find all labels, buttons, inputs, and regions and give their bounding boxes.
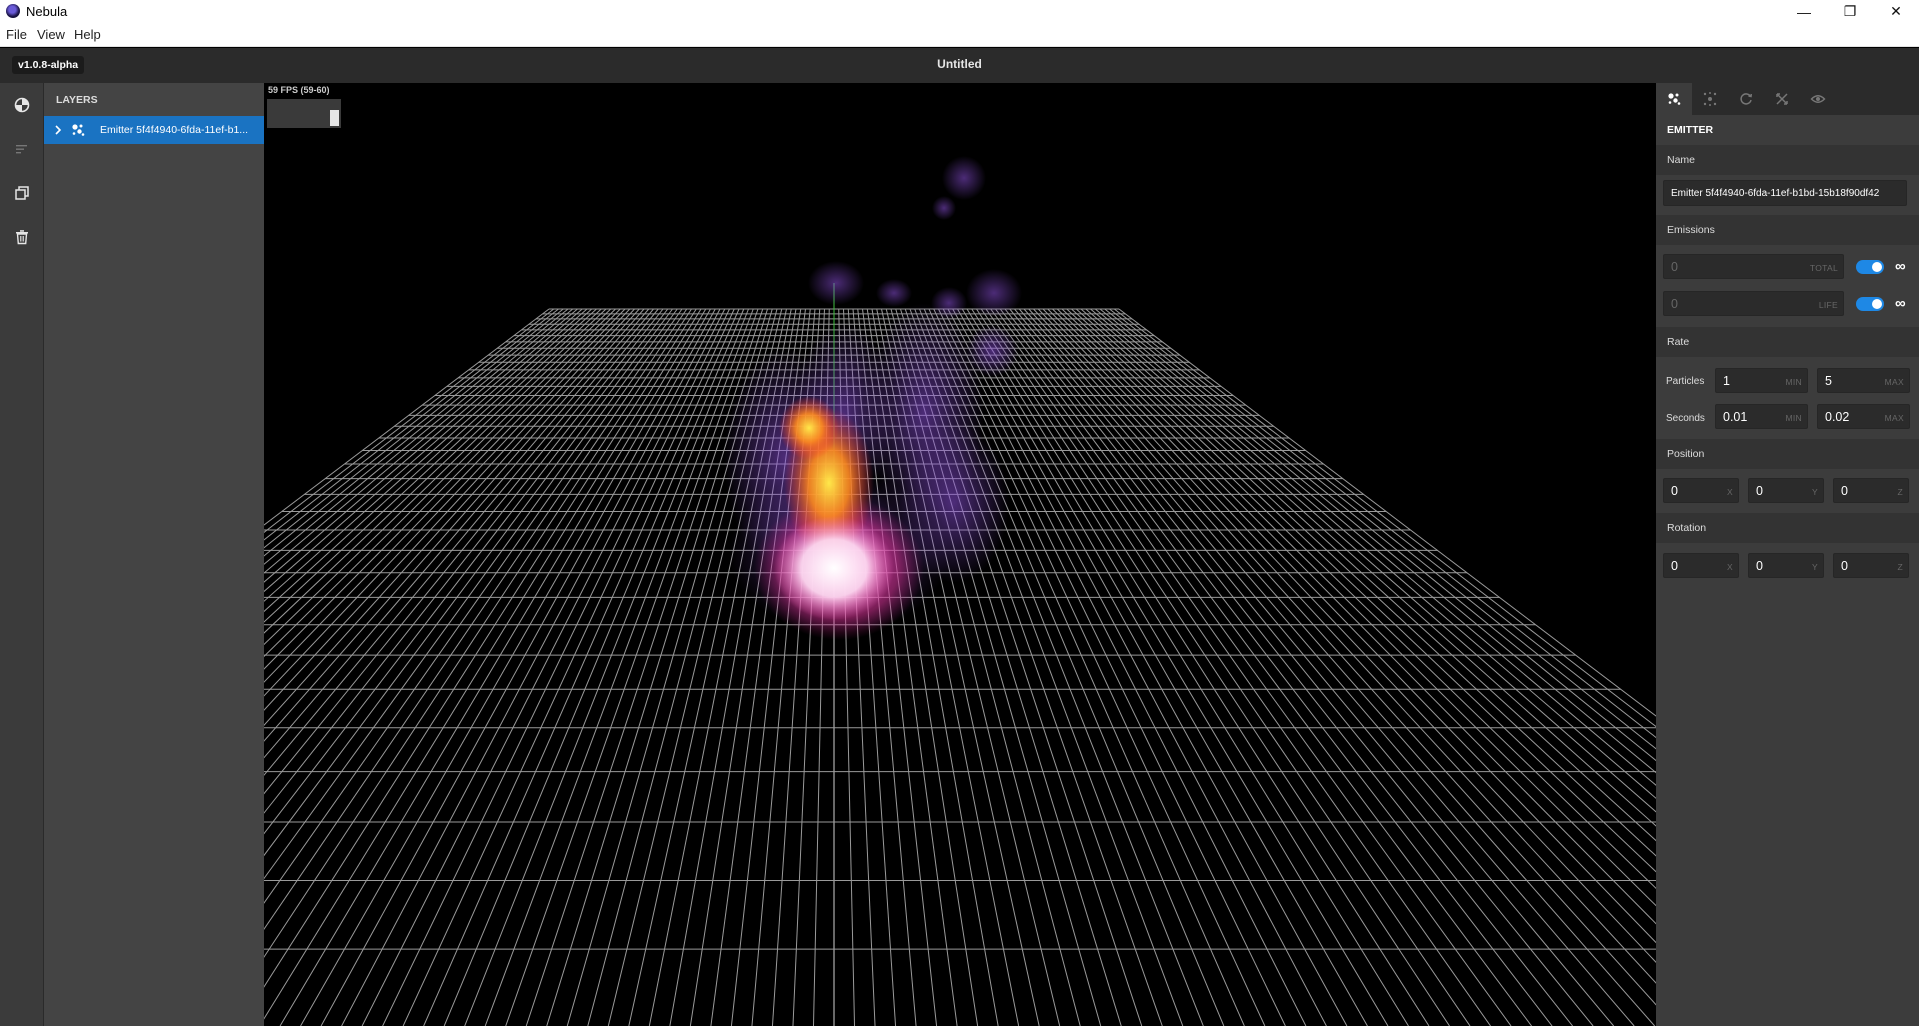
layer-label: Emitter 5f4f4940-6fda-11ef-b1... bbox=[100, 124, 249, 136]
emissions-life-input[interactable]: 0 LIFE bbox=[1663, 291, 1844, 316]
name-input[interactable]: Emitter 5f4f4940-6fda-11ef-b1bd-15b18f90… bbox=[1663, 180, 1907, 206]
trash-icon bbox=[16, 230, 28, 245]
eye-icon bbox=[1810, 95, 1826, 103]
particles-icon bbox=[1703, 92, 1717, 106]
menu-view[interactable]: View bbox=[37, 27, 65, 42]
emissions-total-value: 0 bbox=[1671, 260, 1678, 274]
emissions-total-unit: TOTAL bbox=[1809, 263, 1838, 273]
fps-bar bbox=[330, 110, 339, 126]
rotation-x-value: 0 bbox=[1671, 559, 1678, 573]
palette-icon bbox=[14, 97, 30, 113]
fps-monitor[interactable]: 59 FPS (59-60) bbox=[264, 83, 344, 131]
emitter-icon bbox=[1668, 93, 1681, 105]
text-list-icon bbox=[16, 145, 27, 154]
duplicate-button[interactable] bbox=[10, 181, 34, 205]
rotate-icon bbox=[1740, 93, 1753, 105]
rotation-z-input[interactable]: 0 Z bbox=[1833, 553, 1909, 578]
tab-rotate[interactable] bbox=[1728, 83, 1764, 115]
fps-graph bbox=[267, 99, 341, 128]
chevron-right-icon[interactable] bbox=[52, 122, 64, 138]
rate-particles-label: Particles bbox=[1666, 376, 1705, 387]
left-toolbar bbox=[0, 83, 44, 1026]
rotation-z-unit: Z bbox=[1897, 562, 1903, 572]
rate-particles-min-unit: MIN bbox=[1785, 377, 1802, 387]
tab-emitter[interactable] bbox=[1656, 83, 1692, 115]
emissions-life-unit: LIFE bbox=[1818, 300, 1838, 310]
tab-particles[interactable] bbox=[1692, 83, 1728, 115]
name-value: Emitter 5f4f4940-6fda-11ef-b1bd-15b18f90… bbox=[1671, 188, 1880, 199]
rotation-z-value: 0 bbox=[1841, 559, 1848, 573]
document-title: Untitled bbox=[937, 57, 982, 71]
position-y-input[interactable]: 0 Y bbox=[1748, 478, 1824, 503]
rate-seconds-label: Seconds bbox=[1666, 413, 1705, 424]
duplicate-icon bbox=[15, 186, 29, 200]
emissions-life-value: 0 bbox=[1671, 297, 1678, 311]
add-text-list-button[interactable] bbox=[10, 137, 34, 161]
rotation-y-value: 0 bbox=[1756, 559, 1763, 573]
rotation-y-input[interactable]: 0 Y bbox=[1748, 553, 1824, 578]
rotation-x-input[interactable]: 0 X bbox=[1663, 553, 1739, 578]
rate-seconds-max-input[interactable]: 0.02 MAX bbox=[1817, 404, 1910, 429]
delete-button[interactable] bbox=[10, 225, 34, 249]
rate-seconds-min-input[interactable]: 0.01 MIN bbox=[1715, 404, 1808, 429]
rate-particles-min-input[interactable]: 1 MIN bbox=[1715, 368, 1808, 393]
position-y-unit: Y bbox=[1812, 487, 1818, 497]
particle-glow bbox=[724, 156, 1022, 640]
position-z-value: 0 bbox=[1841, 484, 1848, 498]
scene-viewport[interactable]: 59 FPS (59-60) bbox=[264, 83, 1656, 1026]
scene-canvas[interactable] bbox=[264, 83, 1656, 1026]
infinity-icon: ∞ bbox=[1895, 295, 1906, 312]
layers-panel: LAYERS Emitter 5f4f4940-6fda-11ef-b1... bbox=[44, 83, 264, 1026]
rate-seconds-max-value: 0.02 bbox=[1825, 410, 1850, 424]
window-title: Nebula bbox=[26, 4, 68, 19]
position-x-unit: X bbox=[1727, 487, 1733, 497]
tab-visibility[interactable] bbox=[1800, 83, 1836, 115]
minimize-button[interactable]: — bbox=[1781, 0, 1827, 23]
menu-file[interactable]: File bbox=[6, 27, 27, 42]
fps-label: 59 FPS (59-60) bbox=[268, 85, 330, 95]
rotation-y-unit: Y bbox=[1812, 562, 1818, 572]
emissions-label: Emissions bbox=[1656, 215, 1919, 245]
rate-seconds-max-unit: MAX bbox=[1884, 413, 1904, 423]
properties-panel: EMITTER Name Emitter 5f4f4940-6fda-11ef-… bbox=[1656, 83, 1919, 1026]
tab-behaviour[interactable] bbox=[1764, 83, 1800, 115]
position-label: Position bbox=[1656, 439, 1919, 469]
rate-particles-max-input[interactable]: 5 MAX bbox=[1817, 368, 1910, 393]
emissions-total-infinite-toggle[interactable] bbox=[1856, 260, 1884, 274]
rate-particles-max-unit: MAX bbox=[1884, 377, 1904, 387]
maximize-button[interactable]: ❐ bbox=[1827, 0, 1873, 23]
rate-particles-min-value: 1 bbox=[1723, 374, 1730, 388]
rotation-x-unit: X bbox=[1727, 562, 1733, 572]
position-x-input[interactable]: 0 X bbox=[1663, 478, 1739, 503]
name-label: Name bbox=[1656, 145, 1919, 175]
rate-seconds-min-unit: MIN bbox=[1785, 413, 1802, 423]
close-button[interactable]: ✕ bbox=[1873, 0, 1919, 23]
emitter-icon bbox=[72, 124, 85, 136]
menu-help[interactable]: Help bbox=[74, 27, 101, 42]
rotation-label: Rotation bbox=[1656, 513, 1919, 543]
infinity-icon: ∞ bbox=[1895, 258, 1906, 275]
layers-title: LAYERS bbox=[56, 94, 98, 106]
rate-label: Rate bbox=[1656, 327, 1919, 357]
position-z-unit: Z bbox=[1897, 487, 1903, 497]
emissions-total-input[interactable]: 0 TOTAL bbox=[1663, 254, 1844, 279]
rate-seconds-min-value: 0.01 bbox=[1723, 410, 1748, 424]
layer-item[interactable]: Emitter 5f4f4940-6fda-11ef-b1... bbox=[44, 116, 264, 144]
position-y-value: 0 bbox=[1756, 484, 1763, 498]
menu-bar: File View Help bbox=[0, 23, 1919, 47]
properties-tabs bbox=[1656, 83, 1919, 115]
emissions-life-infinite-toggle[interactable] bbox=[1856, 297, 1884, 311]
position-z-input[interactable]: 0 Z bbox=[1833, 478, 1909, 503]
section-title: EMITTER bbox=[1656, 115, 1919, 145]
app-header: v1.0.8-alpha Untitled bbox=[0, 48, 1919, 83]
nebula-app-icon bbox=[6, 4, 20, 18]
rate-particles-max-value: 5 bbox=[1825, 374, 1832, 388]
palette-button[interactable] bbox=[10, 93, 34, 117]
window-titlebar: Nebula — ❐ ✕ bbox=[0, 0, 1919, 23]
position-x-value: 0 bbox=[1671, 484, 1678, 498]
behaviour-icon bbox=[1776, 93, 1788, 105]
